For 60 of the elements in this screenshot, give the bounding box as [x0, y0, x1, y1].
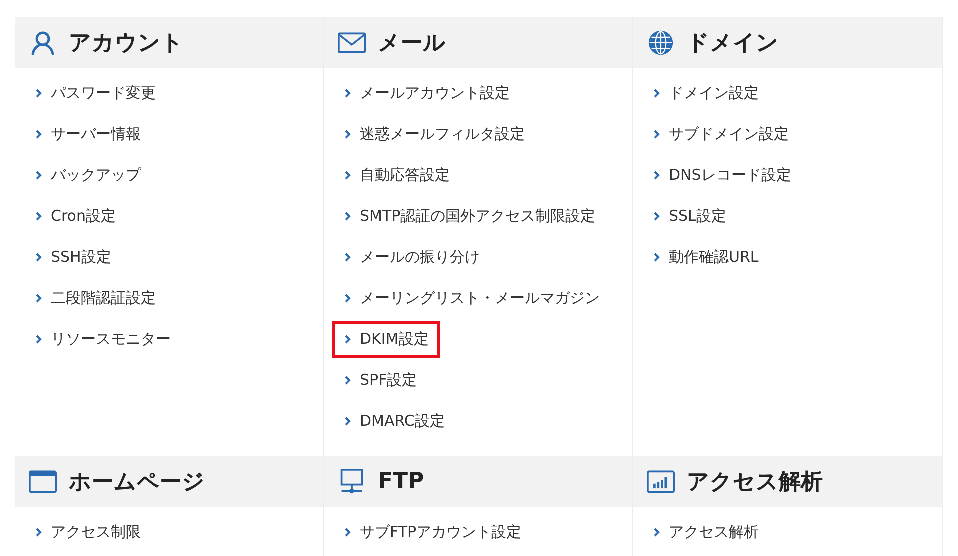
chevron-right-icon: [36, 89, 42, 98]
settings-link[interactable]: サブドメイン設定: [641, 116, 800, 153]
chevron-right-icon: [345, 130, 351, 139]
chevron-right-icon: [36, 335, 42, 344]
section-title: ドメイン: [687, 30, 779, 58]
settings-link[interactable]: Cron設定: [23, 198, 127, 235]
chevron-right-icon: [36, 171, 42, 180]
chevron-right-icon: [345, 335, 351, 344]
settings-link[interactable]: 二段階認証設定: [23, 280, 167, 317]
settings-link[interactable]: メーリングリスト・メールマガジン: [332, 280, 611, 317]
chevron-right-icon: [345, 89, 351, 98]
section-title: アクセス解析: [687, 468, 823, 496]
settings-link[interactable]: DNSレコード設定: [641, 157, 802, 194]
chevron-right-icon: [654, 89, 660, 98]
chevron-right-icon: [654, 171, 660, 180]
chevron-right-icon: [36, 528, 42, 537]
chevron-right-icon: [36, 212, 42, 221]
settings-link[interactable]: パスワード変更: [23, 75, 167, 112]
section-title: アカウント: [69, 30, 184, 58]
settings-link[interactable]: SSL設定: [641, 198, 738, 235]
chevron-right-icon: [654, 528, 660, 537]
settings-link[interactable]: アクセス解析: [641, 514, 770, 551]
section-title: ホームページ: [69, 468, 205, 496]
chevron-right-icon: [345, 294, 351, 303]
bar-chart-icon: [647, 468, 675, 494]
settings-link[interactable]: 動作確認URL: [641, 239, 770, 276]
chevron-right-icon: [345, 417, 351, 426]
globe-icon: [647, 30, 675, 56]
chevron-right-icon: [36, 130, 42, 139]
browser-window-icon: [29, 468, 57, 494]
monitor-network-icon: [338, 468, 366, 494]
chevron-right-icon: [654, 212, 660, 221]
settings-link[interactable]: SSH設定: [23, 239, 122, 276]
chevron-right-icon: [345, 376, 351, 385]
chevron-right-icon: [654, 253, 660, 262]
settings-link[interactable]: リソースモニター: [23, 321, 182, 358]
settings-link[interactable]: サブFTPアカウント設定: [332, 514, 533, 551]
chevron-right-icon: [345, 171, 351, 180]
settings-link[interactable]: 自動応答設定: [332, 157, 461, 194]
settings-link[interactable]: メールの振り分け: [332, 239, 491, 276]
section-title: メール: [378, 30, 446, 58]
settings-link[interactable]: SMTP認証の国外アクセス制限設定: [332, 198, 607, 235]
settings-link[interactable]: DMARC設定: [332, 403, 456, 440]
settings-link[interactable]: メールアカウント設定: [332, 75, 521, 112]
chevron-right-icon: [345, 253, 351, 262]
chevron-right-icon: [345, 212, 351, 221]
settings-link[interactable]: サーバー情報: [23, 116, 152, 153]
envelope-icon: [338, 30, 366, 56]
chevron-right-icon: [36, 253, 42, 262]
settings-link[interactable]: 迷惑メールフィルタ設定: [332, 116, 536, 153]
settings-link[interactable]: アクセス制限: [23, 514, 152, 551]
settings-link[interactable]: バックアップ: [23, 157, 152, 194]
chevron-right-icon: [345, 528, 351, 537]
person-icon: [29, 30, 57, 56]
section-title: FTP: [378, 469, 424, 494]
chevron-right-icon: [36, 294, 42, 303]
settings-link[interactable]: DKIM設定: [332, 321, 440, 358]
settings-link[interactable]: ドメイン設定: [641, 75, 770, 112]
chevron-right-icon: [654, 130, 660, 139]
settings-link[interactable]: SPF設定: [332, 362, 428, 399]
